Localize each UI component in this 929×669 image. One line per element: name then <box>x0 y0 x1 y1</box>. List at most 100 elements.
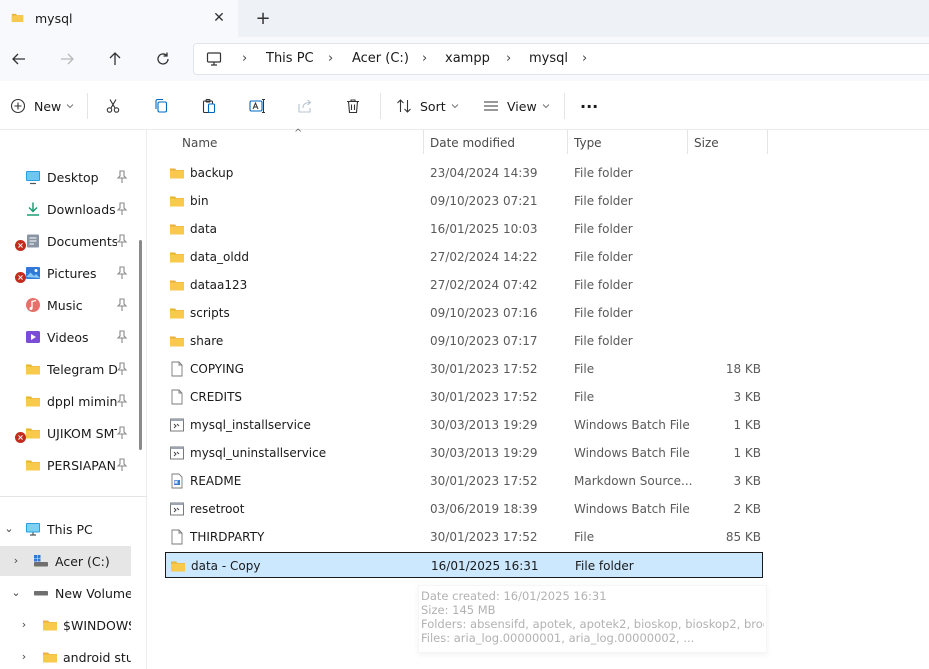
copy-button[interactable] <box>153 95 169 117</box>
column-header-size[interactable]: Size <box>688 130 767 156</box>
file-row[interactable]: share 09/10/2023 07:17 File folder <box>165 328 763 354</box>
close-tab-icon[interactable]: ✕ <box>211 10 227 26</box>
chevron-right-icon[interactable]: › <box>18 650 30 663</box>
tree-item-new-volume[interactable]: ⌄ New Volume (I <box>0 578 131 608</box>
delete-button[interactable] <box>345 95 361 117</box>
file-row[interactable]: mysql_installservice 30/03/2013 19:29 Wind… <box>165 412 763 438</box>
download-icon <box>27 202 39 216</box>
videos-icon <box>26 331 40 343</box>
sidebar-item-persiapan-u[interactable]: PERSIAPAN U <box>0 452 140 478</box>
column-header-date[interactable]: Date modified <box>424 130 567 156</box>
breadcrumb-separator[interactable]: › <box>506 51 511 66</box>
more-options-button[interactable]: ··· <box>580 95 598 117</box>
column-header-name[interactable]: Name <box>165 130 423 156</box>
forward-button[interactable] <box>56 48 78 70</box>
documents-icon <box>27 234 39 248</box>
sidebar-item-desktop[interactable]: Desktop <box>0 164 140 190</box>
file-row[interactable]: bin 09/10/2023 07:21 File folder <box>165 188 763 214</box>
sidebar-item-label: UJIKOM SMT <box>47 426 117 441</box>
folder-icon <box>42 617 58 633</box>
breadcrumb-mysql[interactable]: mysql <box>529 51 568 66</box>
desktop-icon <box>26 171 40 185</box>
file-row[interactable]: dataa123 27/02/2024 07:42 File folder <box>165 272 763 298</box>
breadcrumb-separator[interactable]: › <box>582 51 587 66</box>
tree-item-acer-c[interactable]: › Acer (C:) <box>0 546 131 576</box>
sidebar-item-videos[interactable]: Videos <box>0 324 140 350</box>
chevron-right-icon[interactable]: › <box>18 618 30 631</box>
sidebar-item-ujikom-smt[interactable]: UJIKOM SMT × <box>0 420 140 446</box>
file-date-modified: 03/06/2019 18:39 <box>430 502 538 516</box>
file-row[interactable]: CREDITS 30/01/2023 17:52 File 3 KB <box>165 384 763 410</box>
file-icon <box>169 361 185 377</box>
column-divider[interactable] <box>767 130 768 154</box>
file-row[interactable]: mysql_uninstallservice 30/03/2013 19:29 Wi… <box>165 440 763 466</box>
tree-item-this-pc[interactable]: ⌄ This PC <box>0 514 131 544</box>
pin-icon <box>116 362 128 376</box>
file-icon <box>169 389 185 405</box>
plus-circle-icon <box>10 98 26 114</box>
file-row[interactable]: data_oldd 27/02/2024 14:22 File folder <box>165 244 763 270</box>
file-type: Windows Batch File <box>574 418 690 432</box>
sidebar-item-downloads[interactable]: Downloads <box>0 196 140 222</box>
file-type: File folder <box>574 194 633 208</box>
scissors-icon <box>106 99 120 113</box>
chevron-down-icon[interactable]: ⌄ <box>10 586 22 599</box>
tooltip-folders: Folders: absensifd, apotek, apotek2, bio… <box>421 617 764 631</box>
sidebar-scrollbar[interactable] <box>139 240 142 450</box>
sidebar-item-pictures[interactable]: Pictures × <box>0 260 140 286</box>
file-row[interactable]: backup 23/04/2024 14:39 File folder <box>165 160 763 186</box>
file-row[interactable]: scripts 09/10/2023 07:16 File folder <box>165 300 763 326</box>
back-button[interactable] <box>8 48 30 70</box>
breadcrumb-acer-c[interactable]: Acer (C:) <box>352 51 409 66</box>
file-row[interactable]: README 30/01/2023 17:52 Markdown Source...… <box>165 468 763 494</box>
folder-icon <box>25 457 41 473</box>
chevron-down-icon[interactable]: ⌄ <box>3 522 15 535</box>
file-row[interactable]: data 16/01/2025 10:03 File folder <box>165 216 763 242</box>
cut-button[interactable] <box>105 95 121 117</box>
column-header-type[interactable]: Type <box>568 130 687 156</box>
file-type: Windows Batch File <box>574 446 690 460</box>
breadcrumb-separator[interactable]: › <box>328 51 333 66</box>
new-button[interactable]: New <box>10 95 74 117</box>
tooltip-date-created: Date created: 16/01/2025 16:31 <box>421 589 607 603</box>
new-tab-button[interactable]: + <box>254 8 272 29</box>
pin-icon <box>116 266 128 280</box>
file-size: 1 KB <box>733 418 761 432</box>
view-button[interactable]: View <box>483 95 550 117</box>
breadcrumb-separator[interactable]: › <box>242 51 247 66</box>
breadcrumb-this-pc[interactable]: This PC <box>266 51 314 66</box>
file-row[interactable]: data - Copy 16/01/2025 16:31 File folder <box>165 552 763 578</box>
folder-icon <box>25 425 41 441</box>
address-bar[interactable]: › This PC › Acer (C:) › xampp › mysql › <box>193 43 929 75</box>
file-date-modified: 09/10/2023 07:16 <box>430 306 538 320</box>
file-name: CREDITS <box>190 390 243 404</box>
pin-icon <box>116 170 128 184</box>
tab-mysql[interactable]: mysql ✕ <box>0 0 238 37</box>
file-size: 2 KB <box>733 502 761 516</box>
file-date-modified: 30/01/2023 17:52 <box>430 474 538 488</box>
file-name: scripts <box>190 306 230 320</box>
breadcrumb-xampp[interactable]: xampp <box>445 51 490 66</box>
navigation-bar: › This PC › Acer (C:) › xampp › mysql › <box>0 37 929 81</box>
markdown-file-icon <box>169 473 185 489</box>
up-button[interactable] <box>104 48 126 70</box>
tab-title: mysql <box>35 11 73 26</box>
rename-button[interactable] <box>249 95 266 117</box>
sidebar-item-documents[interactable]: Documents × <box>0 228 140 254</box>
sidebar-item-telegram-des[interactable]: Telegram Des <box>0 356 140 382</box>
chevron-right-icon[interactable]: › <box>10 554 22 567</box>
new-label: New <box>34 98 62 114</box>
file-row[interactable]: resetroot 03/06/2019 18:39 Windows Batch F… <box>165 496 763 522</box>
file-row[interactable]: THIRDPARTY 30/01/2023 17:52 File 85 KB <box>165 524 763 550</box>
tree-item-android-studio[interactable]: › android stud <box>0 642 131 669</box>
sidebar-item-music[interactable]: Music <box>0 292 140 318</box>
share-button[interactable] <box>297 95 313 117</box>
refresh-button[interactable] <box>152 48 174 70</box>
breadcrumb-separator[interactable]: › <box>422 51 427 66</box>
paste-button[interactable] <box>201 95 217 117</box>
file-row[interactable]: COPYING 30/01/2023 17:52 File 18 KB <box>165 356 763 382</box>
sort-button[interactable]: Sort <box>396 95 459 117</box>
sidebar-item-dppl-mimin-j[interactable]: dppl mimin j <box>0 388 140 414</box>
file-date-modified: 30/01/2023 17:52 <box>430 362 538 376</box>
tree-item-windows-bt[interactable]: › $WINDOWS.~ <box>0 610 131 640</box>
